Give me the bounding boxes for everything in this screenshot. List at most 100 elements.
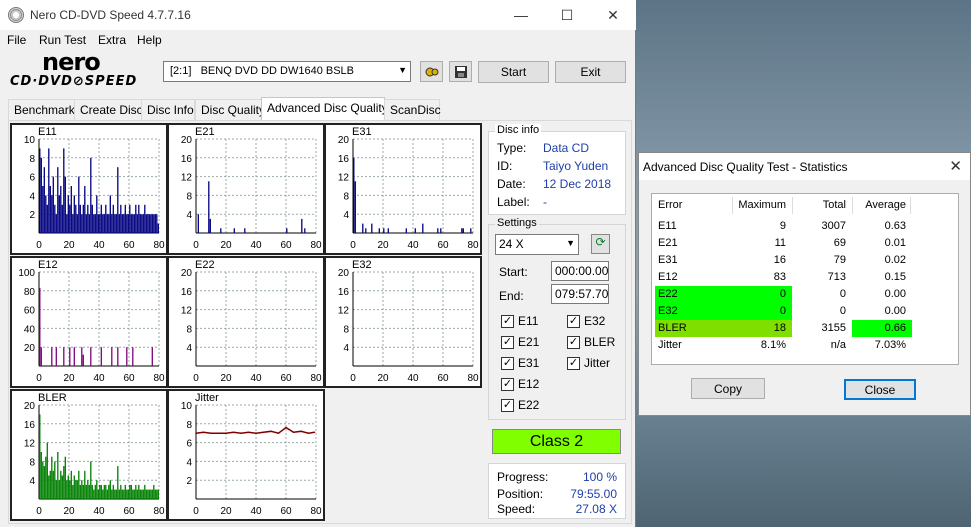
save-button[interactable] bbox=[449, 61, 472, 82]
menu-extra[interactable]: Extra bbox=[98, 33, 126, 47]
menu-help[interactable]: Help bbox=[137, 33, 162, 47]
speed-select[interactable]: 24 X ▼ bbox=[495, 234, 579, 255]
tab-advanced-disc-quality[interactable]: Advanced Disc Quality bbox=[261, 97, 388, 120]
tab-scandisc[interactable]: ScanDisc bbox=[384, 99, 441, 120]
bar bbox=[120, 484, 122, 499]
bar bbox=[109, 195, 111, 233]
x-tick-label: 80 bbox=[153, 240, 165, 251]
tab-create-disc[interactable]: Create Disc bbox=[74, 99, 143, 120]
bar bbox=[383, 228, 385, 233]
x-tick-label: 20 bbox=[377, 240, 389, 251]
e21-checkbox[interactable]: ✓ bbox=[501, 336, 514, 349]
bar bbox=[462, 228, 464, 233]
e32-checkbox[interactable]: ✓ bbox=[567, 315, 580, 328]
bar bbox=[124, 484, 126, 499]
bar bbox=[136, 489, 138, 499]
bar bbox=[51, 456, 53, 499]
bar bbox=[133, 214, 135, 233]
bar bbox=[99, 214, 101, 233]
bar bbox=[156, 489, 158, 499]
x-tick-label: 20 bbox=[377, 373, 389, 384]
chart-e31: 0 20 40 60 80 4 8 12 16 20 E31 bbox=[324, 123, 482, 255]
bar bbox=[52, 176, 54, 233]
statistics-close-icon[interactable]: ✕ bbox=[949, 157, 962, 175]
y-tick-label: 40 bbox=[24, 324, 36, 335]
bar bbox=[118, 489, 120, 499]
close-dialog-button[interactable]: Close bbox=[844, 379, 916, 400]
x-tick-label: 40 bbox=[407, 373, 419, 384]
bar bbox=[111, 489, 113, 499]
exit-button[interactable]: Exit bbox=[555, 61, 626, 83]
window-title: Nero CD-DVD Speed 4.7.7.16 bbox=[30, 8, 191, 22]
bar bbox=[123, 214, 125, 233]
close-button[interactable]: ✕ bbox=[590, 0, 636, 30]
y-tick-label: 4 bbox=[186, 343, 192, 354]
drive-info-button[interactable] bbox=[420, 61, 443, 82]
data-point bbox=[217, 432, 220, 434]
tab-disc-info[interactable]: Disc Info bbox=[141, 99, 195, 120]
y-tick-label: 16 bbox=[181, 154, 193, 165]
y-tick-label: 16 bbox=[338, 287, 350, 298]
menu-file[interactable]: File bbox=[7, 33, 26, 47]
bar bbox=[105, 204, 107, 233]
y-tick-label: 2 bbox=[29, 210, 35, 221]
bar bbox=[55, 347, 57, 366]
e11-checkbox[interactable]: ✓ bbox=[501, 315, 514, 328]
end-time-input[interactable]: 079:57.70 bbox=[551, 284, 609, 304]
chart-e32-plot: 0 20 40 60 80 4 8 12 16 20 bbox=[338, 268, 479, 384]
statistics-title: Advanced Disc Quality Test - Statistics bbox=[643, 160, 848, 174]
bar bbox=[138, 204, 140, 233]
chart-e31-plot: 0 20 40 60 80 4 8 12 16 20 bbox=[338, 135, 479, 251]
drive-select[interactable]: [2:1] BENQ DVD DD DW1640 BSLB ▼ bbox=[163, 61, 411, 82]
disc-type-value: Data CD bbox=[543, 141, 590, 155]
bar bbox=[96, 480, 98, 499]
e31-checkbox-label: E31 bbox=[518, 356, 540, 370]
e31-checkbox[interactable]: ✓ bbox=[501, 357, 514, 370]
y-tick-label: 16 bbox=[181, 287, 193, 298]
start-time-input[interactable]: 000:00.00 bbox=[551, 261, 609, 281]
bar bbox=[57, 452, 59, 499]
row-e31-total: 79 bbox=[833, 254, 846, 266]
jitter-checkbox[interactable]: ✓ bbox=[567, 357, 580, 370]
nero-logo: nero CD·DVD⊘SPEED bbox=[8, 48, 158, 92]
chevron-down-icon: ▼ bbox=[398, 65, 407, 75]
bar bbox=[76, 480, 78, 499]
refresh-speed-button[interactable]: ⟳ bbox=[591, 234, 610, 254]
row-e21-avg: 0.01 bbox=[884, 237, 906, 249]
bler-checkbox[interactable]: ✓ bbox=[567, 336, 580, 349]
tab-benchmark[interactable]: Benchmark bbox=[8, 99, 75, 120]
minimize-button[interactable]: — bbox=[498, 0, 544, 30]
tab-disc-quality[interactable]: Disc Quality bbox=[195, 99, 265, 120]
bar bbox=[40, 452, 42, 499]
bar bbox=[365, 228, 367, 233]
bar bbox=[387, 228, 389, 233]
bar bbox=[58, 480, 60, 499]
e12-checkbox[interactable]: ✓ bbox=[501, 378, 514, 391]
bar bbox=[108, 484, 110, 499]
data-point bbox=[225, 432, 227, 434]
data-point bbox=[202, 431, 205, 434]
bar bbox=[208, 181, 210, 233]
bar bbox=[63, 148, 65, 233]
bar bbox=[61, 204, 63, 233]
column-divider bbox=[910, 197, 911, 214]
row-e11-error: E11 bbox=[658, 220, 677, 232]
menu-run-test[interactable]: Run Test bbox=[39, 33, 86, 47]
bar bbox=[45, 456, 47, 499]
gear-icon bbox=[425, 67, 438, 76]
quality-class-badge: Class 2 bbox=[492, 429, 621, 454]
e22-checkbox[interactable]: ✓ bbox=[501, 399, 514, 412]
bar bbox=[100, 347, 102, 366]
x-tick-label: 40 bbox=[250, 240, 262, 251]
start-button[interactable]: Start bbox=[478, 61, 549, 83]
x-tick-label: 80 bbox=[310, 373, 322, 384]
data-point bbox=[210, 432, 212, 434]
copy-button[interactable]: Copy bbox=[691, 378, 765, 399]
y-tick-label: 8 bbox=[343, 324, 349, 335]
y-tick-label: 8 bbox=[29, 154, 35, 165]
bar bbox=[109, 480, 111, 499]
maximize-button[interactable]: ☐ bbox=[544, 0, 590, 30]
bar bbox=[76, 214, 78, 233]
chart-bler: 0 20 40 60 80 4 8 12 16 20 BLER bbox=[10, 389, 168, 521]
y-tick-label: 4 bbox=[29, 191, 35, 202]
